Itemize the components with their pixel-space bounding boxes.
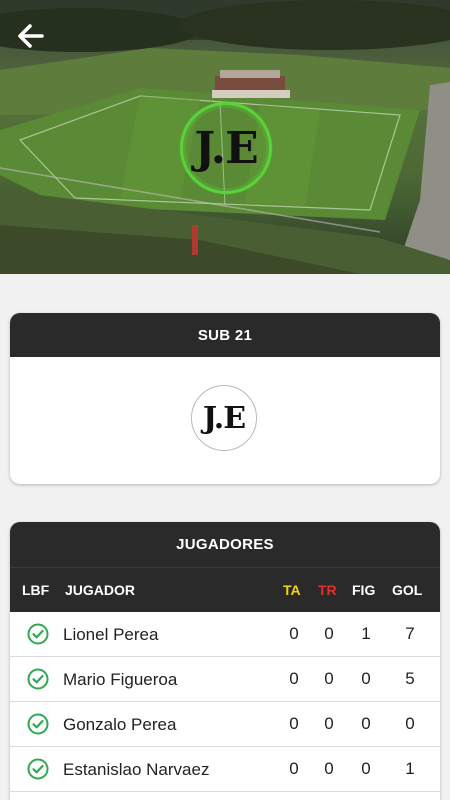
player-tr: 0 (324, 669, 334, 688)
player-gol: 1 (405, 759, 415, 778)
player-name: Gonzalo Perea (63, 715, 177, 734)
player-ta: 0 (289, 669, 299, 688)
hero-image: J.E (0, 0, 450, 274)
players-table-header: LBF JUGADOR TA TR FIG GOL (10, 567, 440, 612)
player-ta: 0 (289, 759, 299, 778)
team-title: SUB 21 (10, 313, 440, 357)
player-tr: 0 (324, 714, 334, 733)
col-gol: GOL (392, 582, 423, 598)
player-fig: 0 (361, 669, 371, 688)
col-tr: TR (318, 582, 337, 598)
back-arrow-icon[interactable] (12, 18, 48, 54)
player-name: Lionel Perea (63, 625, 159, 644)
player-ta: 0 (289, 714, 299, 733)
player-tr: 0 (324, 624, 334, 643)
club-crest-text: J.E (194, 122, 258, 174)
team-logo: J.E (191, 385, 257, 451)
player-gol: 0 (405, 714, 415, 733)
player-name: Estanislao Narvaez (63, 760, 210, 779)
table-row[interactable]: Lionel Perea 0 0 1 7 (10, 612, 440, 657)
player-gol: 7 (405, 624, 415, 643)
player-fig: 1 (361, 624, 371, 643)
check-circle-icon (27, 623, 49, 645)
players-title: JUGADORES (10, 522, 440, 567)
check-circle-icon (27, 668, 49, 690)
check-circle-icon (27, 758, 49, 780)
player-ta: 0 (289, 624, 299, 643)
team-logo-text: J.E (202, 400, 246, 436)
col-ta: TA (283, 582, 301, 598)
check-circle-icon (27, 713, 49, 735)
player-gol: 5 (405, 669, 415, 688)
col-lbf: LBF (22, 582, 50, 598)
players-card: JUGADORES LBF JUGADOR TA TR FIG GOL Lion… (10, 522, 440, 800)
player-tr: 0 (324, 759, 334, 778)
table-row[interactable]: Estanislao Narvaez 0 0 0 1 (10, 747, 440, 792)
player-fig: 0 (361, 759, 371, 778)
table-row[interactable]: Gonzalo Perea 0 0 0 0 (10, 702, 440, 747)
player-name: Mario Figueroa (63, 670, 178, 689)
player-fig: 0 (361, 714, 371, 733)
table-row[interactable]: Mario Figueroa 0 0 0 5 (10, 657, 440, 702)
col-fig: FIG (352, 582, 376, 598)
col-player: JUGADOR (65, 582, 136, 598)
team-card: SUB 21 J.E (10, 313, 440, 484)
club-crest: J.E (180, 102, 272, 194)
